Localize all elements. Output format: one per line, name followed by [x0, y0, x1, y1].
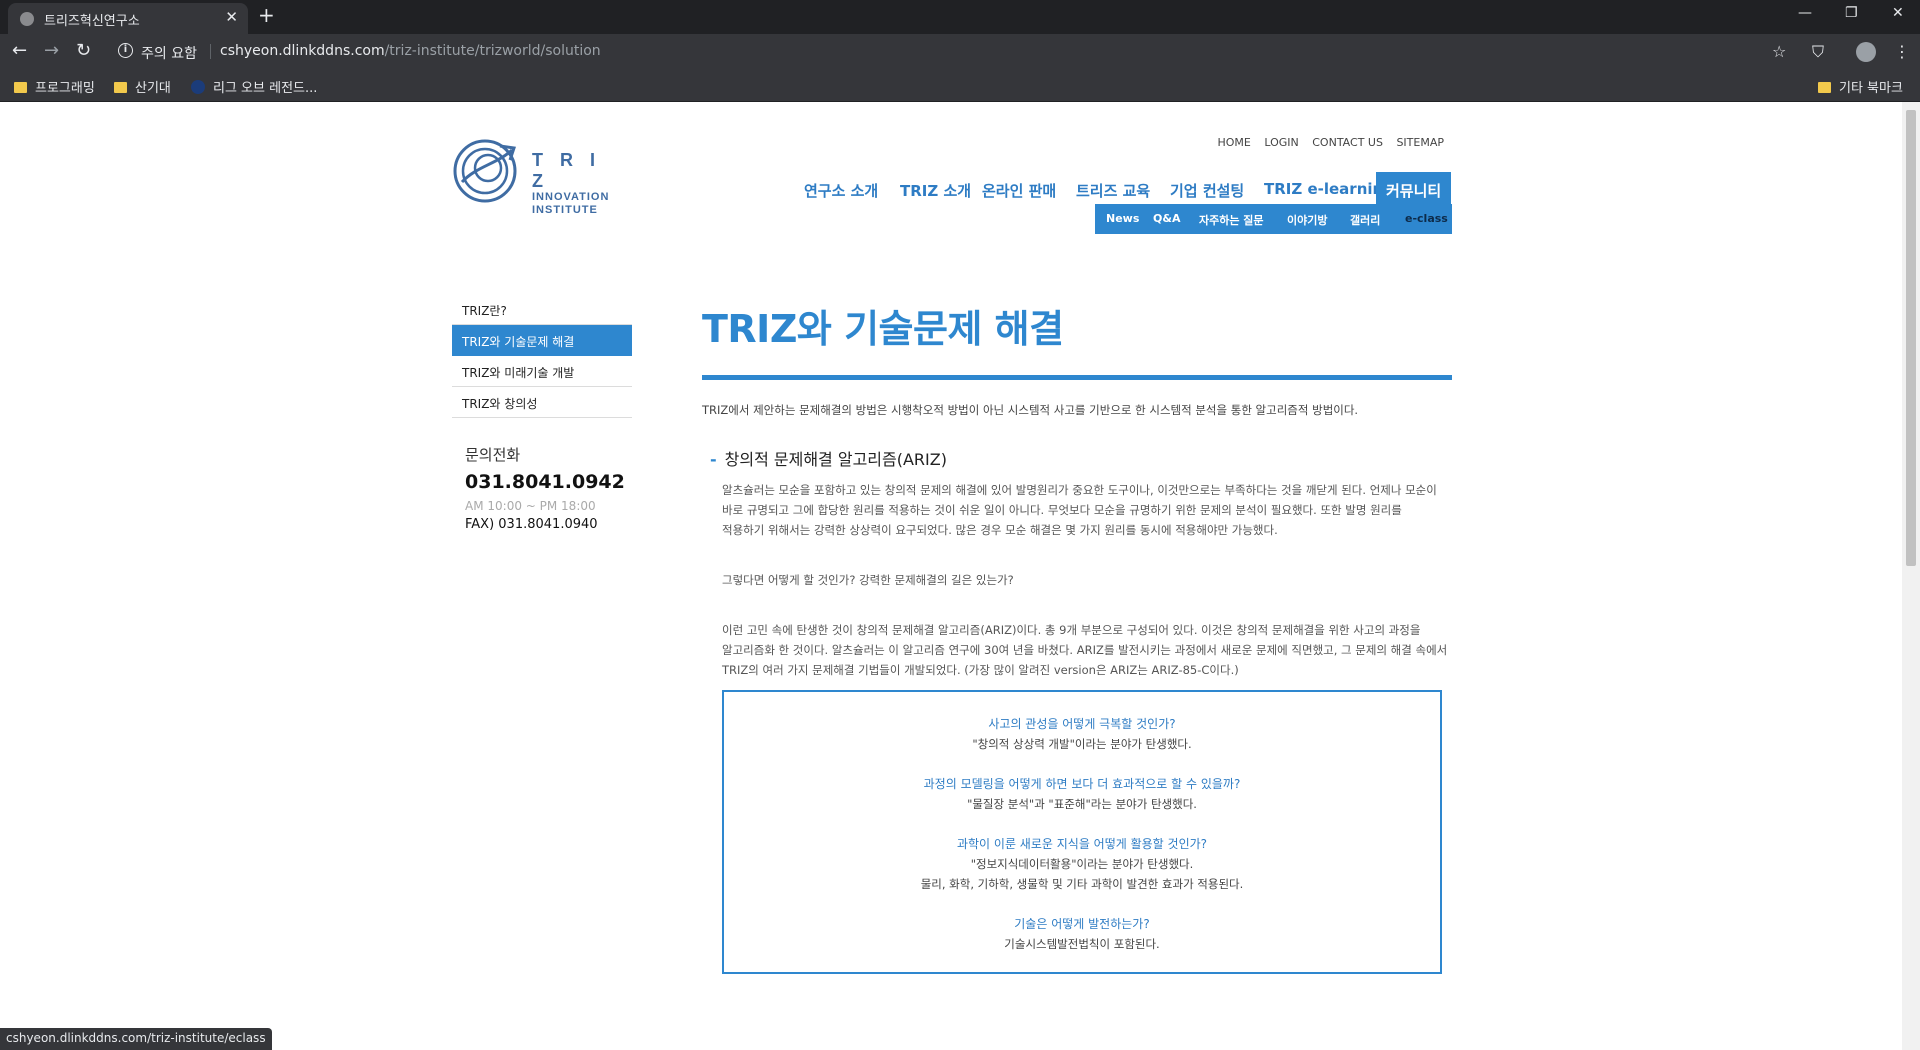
bookmark-star-icon[interactable]: ☆	[1772, 42, 1786, 61]
paragraph-3: 이런 고민 속에 탄생한 것이 창의적 문제해결 알고리즘(ARIZ)이다. 총…	[722, 623, 1448, 677]
paragraph-1: 알츠슐러는 모순을 포함하고 있는 창의적 문제의 해결에 있어 발명원리가 중…	[722, 483, 1437, 537]
community-subnav: News Q&A 자주하는 질문 이야기방 갤러리 e-class	[1095, 204, 1452, 234]
contact-info: 문의전화 031.8041.0942 AM 10:00 ~ PM 18:00 F…	[465, 444, 625, 532]
info-icon[interactable]: i	[118, 43, 133, 58]
box-question: 과학이 이룬 새로운 지식을 어떻게 활용할 것인가?	[956, 837, 1208, 851]
side-menu: TRIZ란? TRIZ와 기술문제 해결 TRIZ와 미래기술 개발 TRIZ와…	[452, 294, 632, 418]
browser-tab[interactable]: 트리즈혁신연구소 ✕	[8, 3, 248, 34]
paragraph-2: 그렇다면 어떻게 할 것인가? 강력한 문제해결의 길은 있는가?	[722, 573, 1014, 587]
box-answer: 기술시스템발전법칙이 포함된다.	[1004, 937, 1160, 951]
box-question: 과정의 모델링을 어떻게 하면 보다 더 효과적으로 할 수 있을까?	[923, 777, 1241, 791]
restore-icon[interactable]: ❐	[1845, 5, 1858, 21]
subnav-story[interactable]: 이야기방	[1287, 212, 1327, 228]
side-item-future-tech[interactable]: TRIZ와 미래기술 개발	[452, 356, 632, 387]
folder-icon	[14, 82, 27, 93]
security-warning[interactable]: 주의 요함	[141, 43, 197, 63]
address-bar[interactable]: i 주의 요함 cshyeon.dlinkddns.com/triz-insti…	[108, 38, 1788, 66]
title-divider	[702, 375, 1452, 380]
other-bookmarks[interactable]: 기타 북마크	[1818, 77, 1903, 96]
box-answer: 물리, 화학, 기하학, 생물학 및 기타 과학이 발견한 효과가 적용된다.	[920, 877, 1244, 891]
side-item-creativity[interactable]: TRIZ와 창의성	[452, 387, 632, 418]
box-group: 사고의 관성을 어떻게 극복할 것인가? "창의적 상상력 개발"이라는 분야가…	[734, 714, 1430, 754]
browser-toolbar: ← → ↻ i 주의 요함 cshyeon.dlinkddns.com/triz…	[0, 34, 1920, 70]
triz-logo-icon	[453, 139, 517, 203]
tab-strip: 트리즈혁신연구소 ✕ + — ❐ ✕	[0, 0, 1920, 34]
status-bar-url: cshyeon.dlinkddns.com/triz-institute/ecl…	[0, 1028, 272, 1050]
tab-title: 트리즈혁신연구소	[44, 14, 140, 29]
contact-hours: AM 10:00 ~ PM 18:00	[465, 499, 596, 513]
side-item-problem-solving[interactable]: TRIZ와 기술문제 해결	[452, 325, 632, 356]
nav-education[interactable]: 트리즈 교육	[1076, 180, 1150, 201]
contact-us-link[interactable]: CONTACT US	[1312, 136, 1383, 149]
url-text[interactable]: cshyeon.dlinkddns.com/triz-institute/tri…	[220, 43, 601, 59]
subnav-faq[interactable]: 자주하는 질문	[1199, 212, 1264, 228]
nav-online-shop[interactable]: 온라인 판매	[982, 180, 1056, 201]
folder-icon	[114, 82, 127, 93]
bookmark-sangidae[interactable]: 산기대	[114, 77, 171, 96]
omnibox-divider	[210, 44, 211, 59]
minimize-icon[interactable]: —	[1798, 5, 1812, 21]
subnav-eclass[interactable]: e-class	[1405, 212, 1448, 225]
box-group: 기술은 어떻게 발전하는가? 기술시스템발전법칙이 포함된다.	[734, 914, 1430, 954]
profile-avatar-icon[interactable]	[1856, 42, 1876, 62]
home-link[interactable]: HOME	[1217, 136, 1250, 149]
new-tab-icon[interactable]: +	[258, 3, 275, 27]
contact-phone: 031.8041.0942	[465, 471, 625, 493]
sitemap-link[interactable]: SITEMAP	[1396, 136, 1444, 149]
box-answer: "물질장 분석"과 "표준해"라는 분야가 탄생했다.	[967, 797, 1197, 811]
folder-icon	[1818, 82, 1831, 93]
box-question: 사고의 관성을 어떻게 극복할 것인가?	[988, 717, 1176, 731]
lol-icon	[191, 80, 205, 94]
box-answer: "창의적 상상력 개발"이라는 분야가 탄생했다.	[972, 737, 1192, 751]
box-answer: "정보지식데이터활용"이라는 분야가 탄생했다.	[970, 857, 1194, 871]
box-question: 기술은 어떻게 발전하는가?	[1014, 917, 1150, 931]
menu-kebab-icon[interactable]: ⋮	[1894, 42, 1910, 61]
nav-community[interactable]: 커뮤니티	[1376, 172, 1452, 206]
back-icon[interactable]: ←	[12, 40, 27, 61]
logo-wordmark: T R I Z INNOVATION INSTITUTE	[532, 150, 610, 217]
login-link[interactable]: LOGIN	[1264, 136, 1298, 149]
bookmark-lol[interactable]: 리그 오브 레전드...	[191, 77, 317, 96]
scrollbar-thumb[interactable]	[1906, 110, 1916, 566]
page-title: TRIZ와 기술문제 해결	[702, 307, 1064, 351]
tab-close-icon[interactable]: ✕	[225, 8, 238, 26]
side-item-what-is-triz[interactable]: TRIZ란?	[452, 294, 632, 325]
utility-links: HOME LOGIN CONTACT US SITEMAP	[1207, 136, 1444, 149]
site-logo[interactable]: T R I Z INNOVATION INSTITUTE	[452, 136, 608, 216]
nav-elearning[interactable]: TRIZ e-learning	[1264, 180, 1394, 198]
nav-consulting[interactable]: 기업 컨설팅	[1170, 180, 1244, 201]
intro-text: TRIZ에서 제안하는 문제해결의 방법은 시행착오적 방법이 아닌 시스템적 …	[702, 403, 1359, 417]
box-group: 과정의 모델링을 어떻게 하면 보다 더 효과적으로 할 수 있을까? "물질장…	[734, 774, 1430, 814]
subnav-news[interactable]: News	[1106, 212, 1139, 225]
main-content: TRIZ와 기술문제 해결 TRIZ에서 제안하는 문제해결의 방법은 시행착오…	[702, 298, 1452, 974]
window-close-icon[interactable]: ✕	[1892, 5, 1904, 21]
bookmark-programming[interactable]: 프로그래밍	[14, 77, 95, 96]
section-bullet-icon: -	[710, 450, 717, 469]
favicon-icon	[20, 12, 34, 26]
subnav-gallery[interactable]: 갤러리	[1350, 212, 1380, 228]
box-group: 과학이 이룬 새로운 지식을 어떻게 활용할 것인가? "정보지식데이터활용"이…	[734, 834, 1430, 894]
contact-fax: FAX) 031.8041.0940	[465, 517, 598, 532]
reload-icon[interactable]: ↻	[76, 40, 91, 61]
contact-label: 문의전화	[465, 446, 521, 464]
nav-triz-intro[interactable]: TRIZ 소개	[900, 180, 971, 201]
nav-institute[interactable]: 연구소 소개	[804, 180, 878, 201]
web-page: T R I Z INNOVATION INSTITUTE HOME LOGIN …	[0, 102, 1902, 1050]
shield-extension-icon[interactable]: ⛉	[1812, 42, 1824, 62]
page-scrollbar[interactable]	[1902, 102, 1920, 1050]
section-heading: - 창의적 문제해결 알고리즘(ARIZ)	[710, 450, 947, 469]
subnav-qna[interactable]: Q&A	[1153, 212, 1180, 225]
ariz-summary-box: 사고의 관성을 어떻게 극복할 것인가? "창의적 상상력 개발"이라는 분야가…	[722, 690, 1442, 974]
bookmarks-bar: 프로그래밍 산기대 리그 오브 레전드... 기타 북마크	[0, 70, 1920, 102]
forward-icon[interactable]: →	[44, 40, 59, 61]
